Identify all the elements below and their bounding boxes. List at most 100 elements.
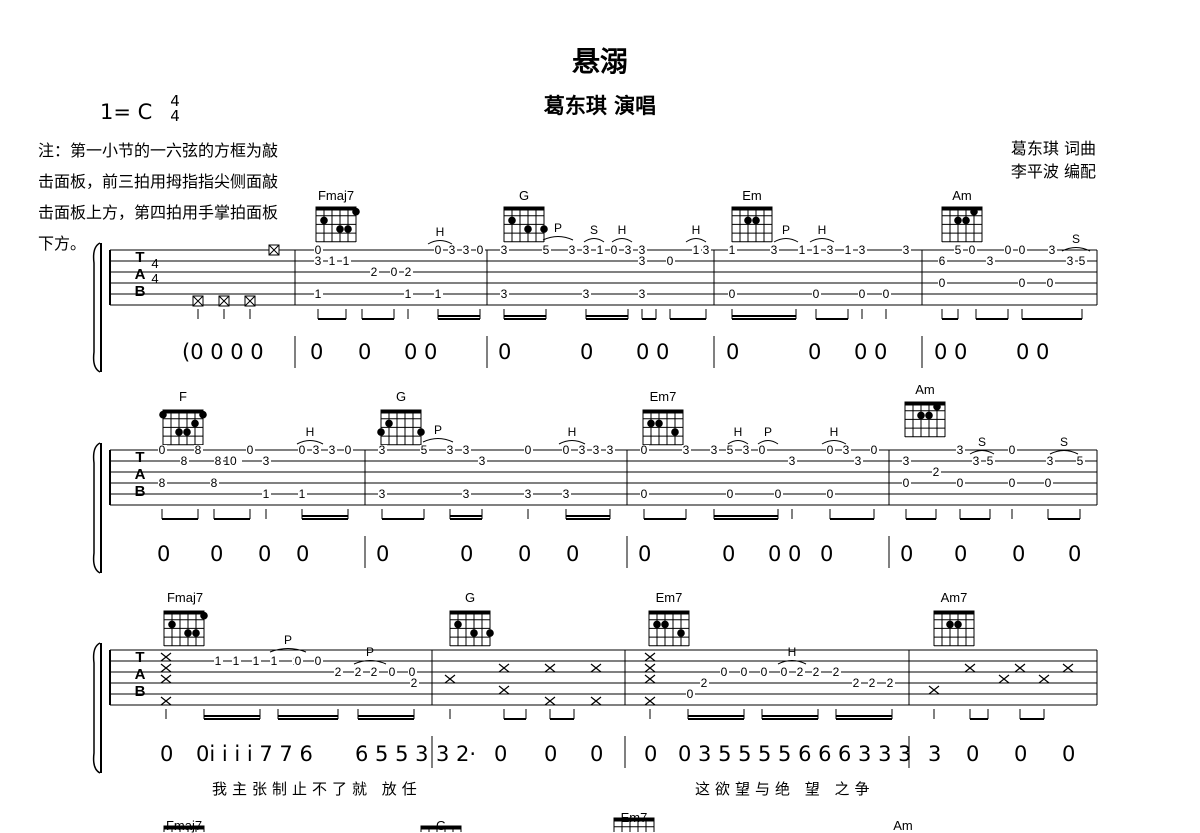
muted-x-mark: [964, 663, 976, 673]
tab-fret-number: 8: [211, 476, 218, 490]
technique-label: P: [782, 223, 790, 237]
tab-fret-number: 0: [641, 487, 648, 501]
chord-diagram-dot: [508, 216, 516, 225]
tab-fret-number: 3: [711, 443, 718, 457]
numbered-note: 0: [160, 742, 174, 766]
tab-fret-number: 0: [761, 665, 768, 679]
chord-diagram-nut: [648, 610, 690, 615]
tab-fret-number: 0: [525, 443, 532, 457]
tab-fret-number: 2: [411, 676, 418, 690]
numbered-note: 0: [808, 340, 822, 364]
numbered-note: 0: [580, 340, 594, 364]
muted-x-mark: [644, 652, 656, 662]
tab-fret-number: 3: [379, 443, 386, 457]
chord-diagram-dot: [352, 207, 360, 216]
tab-fret-number: 1: [299, 487, 306, 501]
tab-fret-number: 3: [479, 454, 486, 468]
chord-diagram-dot: [653, 620, 661, 629]
tab-fret-number: 3: [315, 254, 322, 268]
chord-diagram-dot: [954, 620, 962, 629]
chord-diagram-dot: [168, 620, 176, 629]
tab-fret-number: 0: [295, 654, 302, 668]
tab-fret-number: 8: [159, 476, 166, 490]
chord-diagram-nut: [163, 610, 205, 615]
tab-fret-number: 3: [973, 454, 980, 468]
tab-fret-number: 3: [855, 454, 862, 468]
tab-fret-number: 2: [355, 665, 362, 679]
numbered-note: 0: [460, 542, 474, 566]
tab-fret-number: 3: [501, 287, 508, 301]
chord-diagram-dot: [454, 620, 462, 629]
numbered-note: 0: [494, 742, 508, 766]
tab-fret-number: 3: [607, 443, 614, 457]
system-brace: [92, 442, 101, 574]
technique-label: H: [568, 425, 577, 439]
tab-fret-number: 0: [159, 443, 166, 457]
tab-fret-number: 0: [741, 665, 748, 679]
technique-label: H: [734, 425, 743, 439]
tab-fret-number: 3: [313, 443, 320, 457]
numbered-note: 0: [966, 742, 980, 766]
chord-diagram-dot: [175, 428, 183, 436]
technique-label: H: [618, 223, 627, 237]
numbered-note: 0: [258, 542, 272, 566]
tab-fret-number: 2: [933, 465, 940, 479]
tab-fret-number: 2: [371, 665, 378, 679]
tab-fret-number: 8: [181, 454, 188, 468]
tab-clef-letter: T: [135, 649, 144, 666]
numbered-note: 0 0: [636, 340, 670, 364]
numbered-note: 0: [1062, 742, 1076, 766]
muted-x-mark: [928, 685, 940, 695]
muted-x-mark: [498, 663, 510, 673]
muted-x-mark: [160, 674, 172, 684]
tab-clef-letter: A: [135, 666, 146, 683]
system-brace: [92, 642, 101, 774]
tab-fret-number: 0: [859, 287, 866, 301]
tab-fret-number: 3: [639, 287, 646, 301]
tab-fret-number: 3: [639, 254, 646, 268]
tab-fret-number: 0: [477, 243, 484, 257]
tab-fret-number: 0: [775, 487, 782, 501]
muted-x-mark: [1014, 663, 1026, 673]
tab-fret-number: 0: [1019, 243, 1026, 257]
tab-fret-number: 0: [389, 665, 396, 679]
tab-fret-number: 0: [903, 476, 910, 490]
muted-x-mark: [544, 696, 556, 706]
slur-arc: [422, 438, 454, 443]
tab-fret-number: 1: [263, 487, 270, 501]
tab-fret-number: 0: [641, 443, 648, 457]
numbered-note: 0: [644, 742, 658, 766]
numbered-note: 0: [157, 542, 171, 566]
muted-x-mark: [644, 674, 656, 684]
technique-label: H: [830, 425, 839, 439]
numbered-note: 0 0: [768, 542, 802, 566]
slur-arc: [1049, 450, 1079, 455]
score-graphics: TAB44TABTAB03 1 112 0 210 3 3 013 5 3 3 1 0 3 333 3 301 3…: [92, 206, 1098, 832]
slur-arc: [583, 238, 605, 243]
chord-diagram-dot: [199, 410, 207, 419]
tab-fret-number: 2: [853, 676, 860, 690]
tab-fret-number: 0: [781, 665, 788, 679]
numbered-note: 0: [726, 340, 740, 364]
numbered-note: 5 5 6 6: [758, 742, 832, 766]
muted-x-mark: [160, 652, 172, 662]
numbered-note: 3: [928, 742, 942, 766]
chord-diagram-dot: [655, 419, 663, 428]
chord-diagram-nut: [449, 610, 491, 615]
tab-fret-number: 3: [263, 454, 270, 468]
tab-fret-number: 0: [1009, 443, 1016, 457]
numbered-note: 0: [296, 542, 310, 566]
technique-label: S: [978, 435, 986, 449]
tab-fret-number: 3: [903, 454, 910, 468]
chord-diagram-nut: [162, 409, 204, 414]
tab-fret-number: 0: [729, 287, 736, 301]
tab-fret-number: 0: [1019, 276, 1026, 290]
tab-fret-number: 1: [405, 287, 412, 301]
tab-fret-number: 0: [727, 487, 734, 501]
chord-diagram-dot: [647, 419, 655, 428]
tab-fret-number: 1: [435, 287, 442, 301]
tab-fret-number: 2: [335, 665, 342, 679]
muted-x-mark: [644, 663, 656, 673]
tab-fret-number: 3: [463, 487, 470, 501]
tab-fret-number: 3: [569, 243, 576, 257]
